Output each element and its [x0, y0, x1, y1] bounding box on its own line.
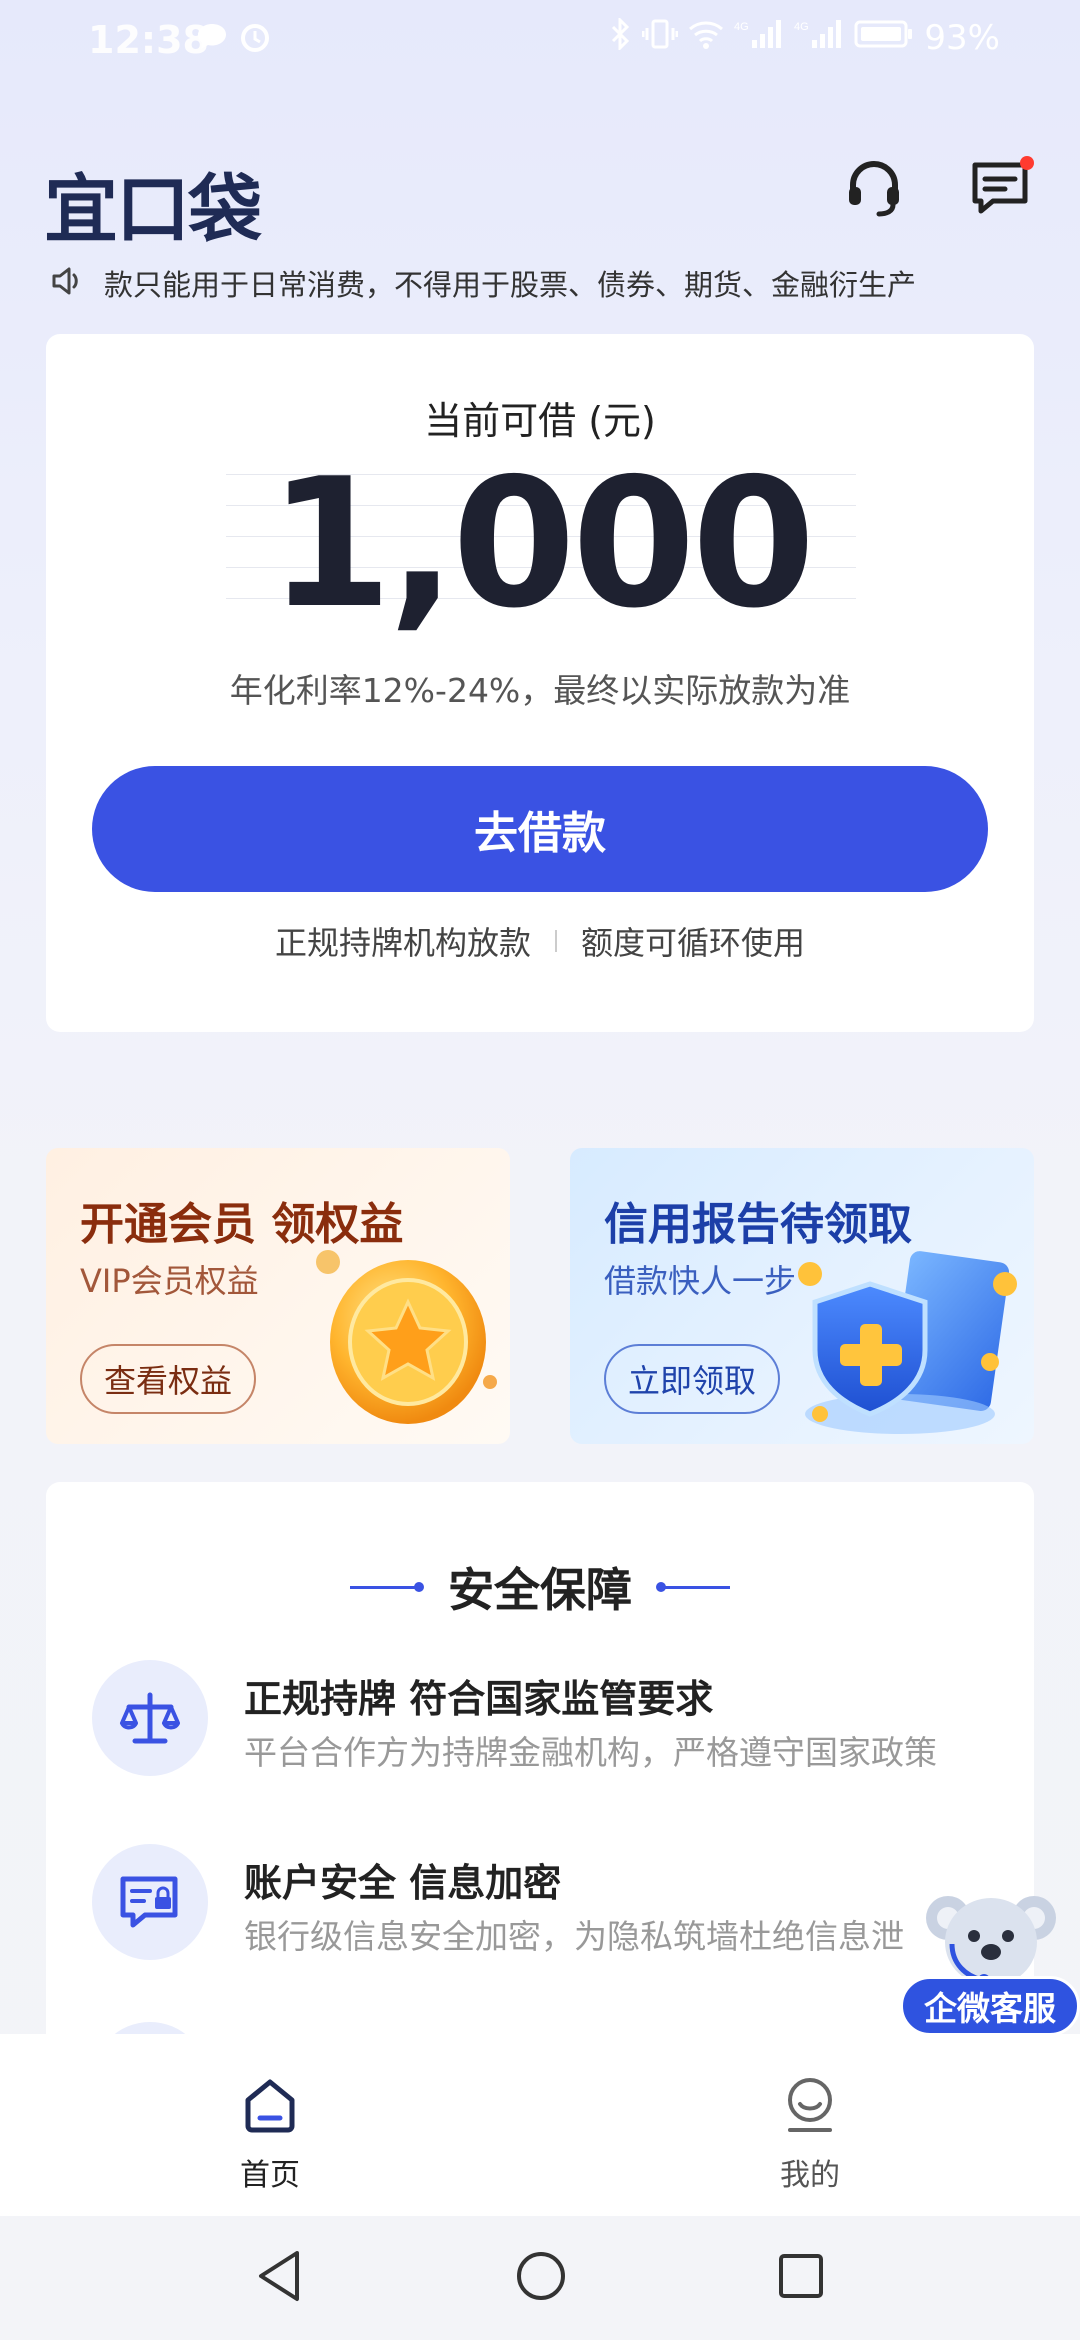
credit-title: 信用报告待领取: [604, 1199, 912, 1250]
header-decoration-left: [350, 1581, 424, 1592]
shield-document-icon: [790, 1244, 1030, 1444]
speaker-icon: [50, 264, 84, 302]
vip-subtitle: VIP会员权益: [80, 1262, 259, 1300]
claim-now-button[interactable]: 立即领取: [604, 1344, 781, 1414]
feature-divider: [555, 930, 557, 952]
status-time: 12:38: [88, 18, 209, 62]
borrow-button[interactable]: 去借款: [92, 766, 988, 892]
security-item: 正规持牌 符合国家监管要求 平台合作方为持牌金融机构，严格遵守国家政策: [92, 1660, 992, 1780]
signal-icon-2: 4G: [794, 18, 844, 58]
bluetooth-icon: [610, 16, 632, 58]
tab-home-label: 首页: [240, 2158, 300, 2193]
feature-licensed: 正规持牌机构放款: [274, 924, 531, 962]
feature-revolving: 额度可循环使用: [581, 924, 806, 962]
chat-notification-icon: [196, 22, 228, 56]
security-item-title: 账户安全 信息加密: [244, 1861, 562, 1905]
system-nav-bar: [0, 2216, 1080, 2340]
tab-mine[interactable]: 我的: [730, 2074, 890, 2194]
status-right: 4G 4G 93%: [610, 16, 1000, 58]
home-icon: [240, 2074, 300, 2138]
notice-bar[interactable]: 款只能用于日常消费，不得用于股票、债券、期货、金融衍生产: [50, 258, 1030, 308]
recents-icon[interactable]: [777, 2252, 825, 2304]
security-item-desc: 银行级信息安全加密，为隐私筑墙杜绝信息泄: [244, 1917, 904, 1956]
loan-card: 当前可借 (元) 1,000 年化利率12%-24%，最终以实际放款为准 去借款…: [46, 334, 1034, 1032]
security-item-title: 正规持牌 符合国家监管要求: [244, 1677, 714, 1721]
alarm-icon: [238, 20, 272, 58]
interest-rate-text: 年化利率12%-24%，最终以实际放款为准: [229, 671, 851, 710]
svg-text:4G: 4G: [794, 21, 809, 33]
view-benefits-button[interactable]: 查看权益: [80, 1344, 257, 1414]
credit-subtitle: 借款快人一步: [604, 1262, 797, 1300]
security-item: 账户安全 信息加密 银行级信息安全加密，为隐私筑墙杜绝信息泄: [92, 1844, 992, 1964]
vibrate-icon: [641, 18, 679, 58]
security-item-desc: 平台合作方为持牌金融机构，严格遵守国家政策: [244, 1733, 937, 1772]
home-circle-icon[interactable]: [515, 2250, 567, 2306]
tab-home[interactable]: 首页: [190, 2074, 350, 2194]
amount-label: 当前可借 (元): [424, 399, 656, 443]
available-amount: 1,000: [268, 440, 815, 647]
customer-support-button[interactable]: [834, 150, 914, 230]
unread-dot: [1020, 156, 1034, 170]
header-decoration-right: [656, 1581, 730, 1592]
svg-text:4G: 4G: [734, 21, 749, 33]
notice-text: 款只能用于日常消费，不得用于股票、债券、期货、金融衍生产: [104, 268, 917, 302]
battery-percent: 93%: [924, 18, 1000, 58]
battery-icon: [854, 19, 914, 57]
wecom-service-label: 企微客服: [900, 1976, 1080, 2036]
gold-star-coin-icon: [308, 1232, 508, 1436]
signal-icon-1: 4G: [734, 18, 784, 58]
messages-button[interactable]: [960, 150, 1040, 230]
vip-promo-card[interactable]: 开通会员 领权益 VIP会员权益 查看权益: [46, 1148, 510, 1444]
headset-icon: [843, 157, 905, 223]
bottom-tab-bar: 首页 我的: [0, 2034, 1080, 2216]
wifi-icon: [688, 19, 724, 57]
security-title: 安全保障: [448, 1563, 632, 1617]
security-card: 安全保障 正规持牌 符合国家监管要求 平台合作方为持牌金融机构，严格遵守国家政策…: [46, 1482, 1034, 2102]
wecom-service-button[interactable]: 企微客服: [900, 1880, 1080, 2040]
secure-card-icon: [92, 1844, 208, 1960]
security-header: 安全保障: [46, 1554, 1034, 1620]
tab-mine-label: 我的: [780, 2158, 840, 2193]
app-logo: 宜口袋: [44, 167, 262, 253]
scale-icon: [92, 1660, 208, 1776]
back-icon[interactable]: [255, 2249, 305, 2307]
status-bar: 12:38 4G 4G 93%: [0, 0, 1080, 84]
loan-features: 正规持牌机构放款 额度可循环使用: [46, 918, 1034, 964]
credit-report-promo-card[interactable]: 信用报告待领取 借款快人一步 立即领取: [570, 1148, 1034, 1444]
profile-icon: [780, 2074, 840, 2138]
